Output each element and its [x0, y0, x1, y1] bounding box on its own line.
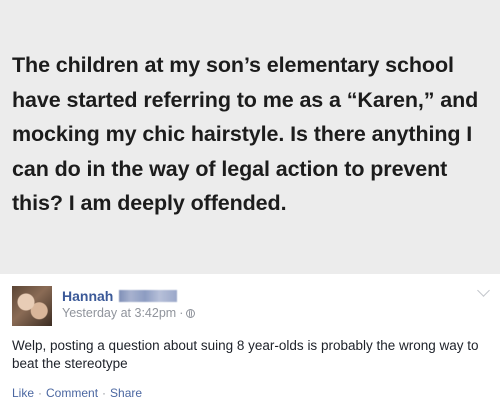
avatar-photo: [12, 286, 52, 326]
share-link[interactable]: Share: [110, 386, 142, 400]
avatar[interactable]: [12, 286, 52, 326]
redacted-last-name: [119, 290, 178, 302]
comment-text: Welp, posting a question about suing 8 y…: [12, 338, 479, 371]
post-text: The children at my son’s elementary scho…: [12, 53, 479, 215]
action-separator: ·: [102, 386, 107, 400]
author-row: Hannah: [62, 286, 178, 306]
comment-actions: Like · Comment · Share: [12, 386, 142, 400]
globe-icon: [186, 308, 196, 318]
author-name[interactable]: Hannah: [62, 288, 113, 304]
like-link[interactable]: Like: [12, 386, 34, 400]
action-separator: ·: [38, 386, 43, 400]
comment-meta: Yesterday at 3:42pm ·: [62, 306, 196, 320]
comment-link[interactable]: Comment: [46, 386, 98, 400]
chevron-down-icon[interactable]: [477, 284, 490, 297]
timestamp[interactable]: Yesterday at 3:42pm: [62, 306, 176, 320]
comment: Hannah Yesterday at 3:42pm · Welp, posti…: [0, 274, 500, 420]
post-text-box: The children at my son’s elementary scho…: [0, 0, 500, 274]
meta-separator: ·: [179, 306, 184, 320]
